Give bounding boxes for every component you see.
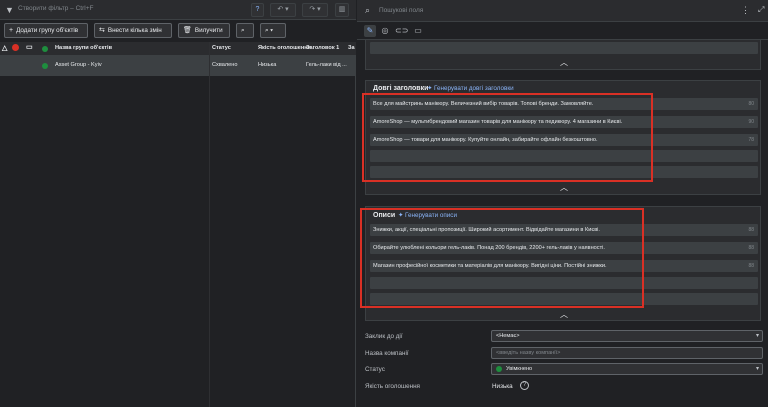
- description-field-1[interactable]: Знижки, акції, спеціальні пропозиції. Ши…: [370, 224, 758, 236]
- descriptions-title: Описи: [373, 212, 396, 219]
- col-header-status[interactable]: Статус: [212, 45, 231, 51]
- long-headline-field-4[interactable]: [370, 150, 758, 162]
- col-header-headline[interactable]: Заголовок 1: [306, 45, 339, 51]
- cell-name: Asset Group - Kyiv: [55, 62, 102, 68]
- dropdown-arrow-icon: ▾: [755, 333, 759, 339]
- long-headlines-title: Довгі заголовки: [373, 85, 429, 92]
- trash-icon: 🗑: [183, 27, 192, 34]
- delete-button[interactable]: 🗑 Вилучити: [178, 23, 230, 38]
- cell-headline: Гель-лаки від ...: [306, 62, 347, 68]
- char-count: 88: [748, 227, 754, 233]
- edit-pencil-icon[interactable]: ✎: [364, 25, 376, 37]
- field-search-input[interactable]: Пошукові поля: [379, 7, 423, 14]
- description-field-2[interactable]: Обирайте улюблені кольори гель-лаків. По…: [370, 242, 758, 254]
- description-field-4[interactable]: [370, 277, 758, 289]
- search-replace-button[interactable]: ⌕ ▾: [260, 23, 286, 38]
- warning-col-icon: △: [2, 45, 8, 52]
- undo-button[interactable]: ↶ ▾: [270, 3, 296, 17]
- view-icon-bar: ✎ ◎ ⊂⊃ ▭: [357, 22, 768, 40]
- table-row[interactable]: Asset Group - Kyiv Схвалено Низька Гель-…: [0, 56, 356, 76]
- filter-bar: ▼ Створити фільтр – Ctrl+F ? ↶ ▾ ↷ ▾ ▥: [0, 0, 356, 20]
- char-count: 88: [748, 263, 754, 269]
- long-headlines-panel: Довгі заголовки ✦ Генерувати довгі загол…: [365, 80, 761, 195]
- link-icon[interactable]: ⊂⊃: [395, 25, 408, 37]
- col-header-quality[interactable]: Якість оголошення: [258, 45, 311, 51]
- filter-input[interactable]: Створити фільтр – Ctrl+F: [18, 5, 93, 12]
- previous-empty-field[interactable]: [370, 42, 758, 54]
- long-headline-field-1[interactable]: Все для майстринь манікюру. Величезний в…: [370, 98, 758, 110]
- table-header: △ ▭ Назва групи об'єктів Статус Якість о…: [0, 42, 356, 56]
- generate-descriptions-link[interactable]: ✦ Генерувати описи: [398, 212, 457, 219]
- col-header-name[interactable]: Назва групи об'єктів: [55, 45, 112, 51]
- edit-pane: ⌕ Пошукові поля ⋮ ⤢ ✎ ◎ ⊂⊃ ▭ ︿ Довгі заг…: [357, 0, 768, 407]
- quality-value: Низька: [492, 383, 513, 390]
- cta-label: Заклик до дії: [365, 333, 403, 340]
- bulk-edit-icon: ⇆: [99, 27, 105, 34]
- search-icon: ⌕: [365, 5, 371, 15]
- dropdown-arrow-icon: ▾: [755, 366, 759, 372]
- filter-icon[interactable]: ▼: [5, 5, 15, 15]
- help-icon[interactable]: ?: [251, 3, 264, 17]
- status-label: Статус: [365, 366, 385, 373]
- cta-row: Заклик до дії <Немає> ▾: [365, 330, 765, 346]
- action-bar: + Додати групу об'єктів ⇆ Внести кілька зм…: [0, 20, 356, 42]
- status-row: Статус Увімкнено ▾: [365, 363, 765, 379]
- generate-long-headlines-link[interactable]: ✦ Генерувати довгі заголовки: [427, 85, 514, 92]
- col-header-more[interactable]: За: [348, 45, 355, 51]
- help-circle-icon[interactable]: ?: [520, 381, 529, 390]
- collapse-chevron-icon[interactable]: ︿: [559, 59, 569, 67]
- char-count: 80: [748, 101, 754, 107]
- cta-select[interactable]: <Немає> ▾: [491, 330, 763, 342]
- app-window: ▼ Створити фільтр – Ctrl+F ? ↶ ▾ ↷ ▾ ▥ +…: [0, 0, 768, 407]
- asset-groups-pane: ▼ Створити фільтр – Ctrl+F ? ↶ ▾ ↷ ▾ ▥ +…: [0, 0, 356, 407]
- add-group-button[interactable]: + Додати групу об'єктів: [4, 23, 88, 38]
- more-vert-icon[interactable]: ⋮: [741, 5, 750, 16]
- quality-row: Якість оголошення Низька ?: [365, 380, 765, 396]
- field-search-bar: ⌕ Пошукові поля ⋮ ⤢: [357, 0, 768, 22]
- status-select[interactable]: Увімкнено ▾: [491, 363, 763, 375]
- description-field-3[interactable]: Магазин професійної косметики та матеріа…: [370, 260, 758, 272]
- company-label: Назва компанії: [365, 350, 409, 357]
- long-headline-field-2[interactable]: AmoreShop — мультибрендовий магазин това…: [370, 116, 758, 128]
- zoom-button[interactable]: ⌕: [236, 23, 254, 38]
- quality-label: Якість оголошення: [365, 383, 420, 390]
- status-dot: [42, 63, 48, 69]
- redo-button[interactable]: ↷ ▾: [302, 3, 328, 17]
- columns-icon[interactable]: ▥: [335, 3, 349, 17]
- comment-col-icon: ▭: [26, 44, 33, 51]
- sparkle-icon: ✦: [398, 212, 406, 219]
- char-count: 90: [748, 119, 754, 125]
- company-input[interactable]: <введіть назву компанії>: [491, 347, 763, 359]
- char-count: 88: [748, 245, 754, 251]
- collapse-chevron-icon[interactable]: ︿: [559, 184, 569, 192]
- column-divider: [209, 42, 210, 407]
- company-row: Назва компанії <введіть назву компанії>: [365, 347, 765, 363]
- target-icon[interactable]: ◎: [379, 25, 391, 37]
- cell-quality: Низька: [258, 62, 277, 68]
- long-headline-field-5[interactable]: [370, 166, 758, 178]
- comment-icon[interactable]: ▭: [412, 25, 424, 37]
- plus-icon: +: [9, 27, 14, 34]
- error-col-icon: [12, 44, 19, 51]
- expand-icon[interactable]: ⤢: [758, 5, 764, 15]
- descriptions-panel: Описи ✦ Генерувати описи Знижки, акції, …: [365, 206, 761, 321]
- long-headline-field-3[interactable]: AmoreShop — товари для манікюру. Купуйте…: [370, 134, 758, 146]
- status-col-dot: [42, 46, 48, 52]
- cell-status: Схвалено: [212, 62, 238, 68]
- previous-panel: ︿: [365, 40, 761, 70]
- status-dot: [496, 366, 502, 372]
- collapse-chevron-icon[interactable]: ︿: [559, 311, 569, 319]
- description-field-5[interactable]: [370, 293, 758, 305]
- sparkle-icon: ✦: [427, 85, 435, 92]
- char-count: 78: [748, 137, 754, 143]
- bulk-edit-button[interactable]: ⇆ Внести кілька змін: [94, 23, 172, 38]
